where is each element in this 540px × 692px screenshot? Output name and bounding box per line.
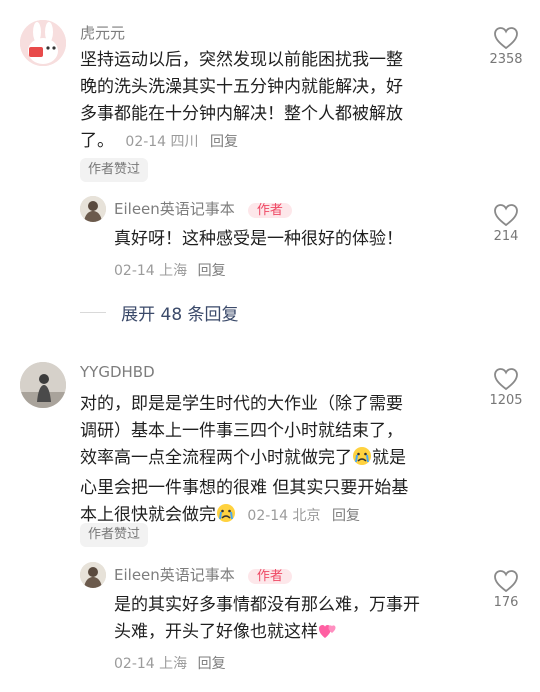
reply-button[interactable]: 回复 <box>198 656 226 672</box>
author-badge: 作者 <box>247 569 292 584</box>
reply-avatar[interactable] <box>80 562 106 588</box>
reply-author[interactable]: Eileen英语记事本 <box>114 200 235 218</box>
author-liked-chip: 作者赞过 <box>80 523 149 547</box>
like-count: 1205 <box>489 393 523 408</box>
reply-date: 02-14 上海 <box>114 263 188 279</box>
divider <box>80 312 106 313</box>
like-button[interactable]: 2358 <box>476 26 536 67</box>
heart-icon <box>494 204 518 227</box>
reply-button[interactable]: 回复 <box>198 263 226 279</box>
avatar[interactable] <box>20 20 66 66</box>
like-button[interactable]: 214 <box>476 203 536 244</box>
hearts-icon <box>318 622 338 649</box>
reply-button[interactable]: 回复 <box>332 508 360 524</box>
person-avatar-icon <box>80 196 106 222</box>
person-photo-avatar-icon <box>20 362 66 408</box>
person-avatar-icon <box>80 562 106 588</box>
author-badge: 作者 <box>247 203 292 218</box>
crying-face-icon <box>216 503 236 532</box>
heart-icon <box>494 27 518 50</box>
reply-text: 是的其实好多事情都没有那么难，万事开 头难，开头了好像也就这样 <box>114 592 484 649</box>
author-liked-chip: 作者赞过 <box>80 158 149 182</box>
reply-text: 真好呀！这种感受是一种很好的体验！ <box>114 229 403 249</box>
comment-text: 对的，即是是学生时代的大作业（除了需要 调研）基本上一件事三四个小时就结束了， … <box>80 391 480 532</box>
comment-author[interactable]: 虎元元 <box>80 22 125 43</box>
comment-date: 02-14 四川 <box>125 134 199 150</box>
avatar[interactable] <box>20 362 66 408</box>
like-button[interactable]: 1205 <box>476 367 536 408</box>
expand-replies-label[interactable]: 展开 48 条回复 <box>121 305 238 325</box>
like-count: 214 <box>493 229 519 244</box>
reply-avatar[interactable] <box>80 196 106 222</box>
bunny-avatar-icon <box>20 20 66 66</box>
comment-date: 02-14 北京 <box>247 508 321 524</box>
like-count: 2358 <box>489 52 523 67</box>
like-button[interactable]: 176 <box>476 569 536 610</box>
comment-author[interactable]: YYGDHBD <box>80 363 155 381</box>
heart-icon <box>494 570 518 593</box>
like-count: 176 <box>493 595 519 610</box>
reply-author[interactable]: Eileen英语记事本 <box>114 566 235 584</box>
comment-text: 坚持运动以后，突然发现以前能困扰我一整 晚的洗头洗澡其实十五分钟内就能解决，好 … <box>80 50 403 151</box>
heart-icon <box>494 368 518 391</box>
reply-button[interactable]: 回复 <box>210 134 238 150</box>
expand-replies[interactable]: 展开 48 条回复 <box>80 300 239 325</box>
reply-date: 02-14 上海 <box>114 656 188 672</box>
crying-face-icon <box>352 446 372 475</box>
